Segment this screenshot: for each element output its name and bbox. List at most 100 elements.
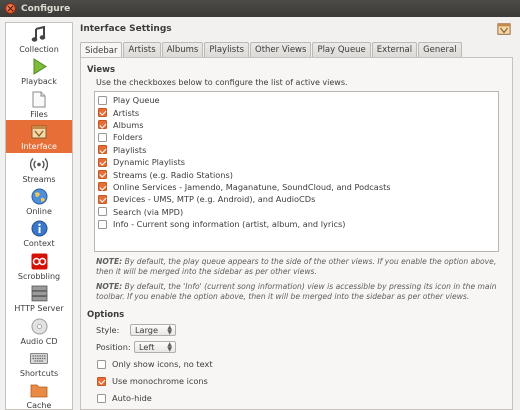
view-checkbox[interactable]	[98, 120, 107, 130]
monochrome-label: Use monochrome icons	[112, 376, 208, 386]
list-item[interactable]: Albums	[95, 119, 498, 131]
view-label: Folders	[113, 132, 143, 143]
view-checkbox[interactable]	[98, 207, 107, 217]
interface-icon	[497, 22, 511, 36]
server-icon	[29, 285, 49, 302]
tab-external[interactable]: External	[371, 42, 418, 57]
configure-window: Configure Collection Playback Files Inte…	[0, 0, 520, 410]
autohide-option[interactable]: Auto-hide	[97, 393, 152, 403]
view-checkbox[interactable]	[98, 194, 107, 204]
list-item[interactable]: Playlists	[95, 144, 498, 156]
monochrome-option[interactable]: Use monochrome icons	[97, 376, 208, 386]
tab-playlists[interactable]: Playlists	[204, 42, 249, 57]
style-row: Style: Large ▲ ▼	[96, 324, 176, 336]
sidebar-item-context[interactable]: Context	[6, 217, 72, 249]
list-item[interactable]: Online Services - Jamendo, Maganatune, S…	[95, 181, 498, 193]
style-label: Style:	[96, 325, 120, 335]
sidebar-item-playback[interactable]: Playback	[6, 55, 72, 87]
list-item[interactable]: Folders	[95, 131, 498, 143]
view-checkbox[interactable]	[98, 95, 107, 105]
sidebar-tab-panel: Views Use the checkboxes below to config…	[80, 57, 513, 410]
sidebar-item-label: Playback	[21, 77, 57, 87]
view-label: Playlists	[113, 144, 147, 155]
sidebar-item-audio-cd[interactable]: Audio CD	[6, 315, 72, 347]
view-checkbox[interactable]	[98, 145, 107, 155]
sidebar-item-shortcuts[interactable]: Shortcuts	[6, 347, 72, 379]
page-title: Interface Settings	[80, 24, 172, 34]
music-note-icon	[29, 26, 49, 43]
sidebar-item-label: Scrobbling	[17, 271, 61, 281]
view-checkbox[interactable]	[98, 170, 107, 180]
list-item[interactable]: Play Queue	[95, 94, 498, 106]
note-text: By default, the play queue appears to th…	[96, 257, 497, 276]
view-checkbox[interactable]	[98, 108, 107, 118]
settings-tabs: Sidebar Artists Albums Playlists Other V…	[80, 42, 463, 58]
cd-icon	[29, 318, 49, 335]
tab-other-views[interactable]: Other Views	[250, 42, 312, 57]
sidebar-item-label: Interface	[21, 142, 57, 152]
position-row: Position: Left ▲ ▼	[96, 341, 176, 353]
sidebar-item-http-server[interactable]: HTTP Server	[6, 282, 72, 314]
view-checkbox[interactable]	[98, 219, 107, 229]
sidebar-item-cache[interactable]: Cache	[6, 379, 72, 409]
info-view-note: NOTE: By default, the 'Info' (current so…	[96, 282, 506, 302]
view-checkbox[interactable]	[98, 132, 107, 142]
sidebar-item-label: HTTP Server	[14, 304, 64, 314]
view-label: Dynamic Playlists	[113, 157, 186, 168]
style-select[interactable]: Large ▲ ▼	[130, 324, 176, 336]
window-title: Configure	[21, 3, 71, 14]
view-label: Streams (e.g. Radio Stations)	[113, 169, 233, 180]
views-hint: Use the checkboxes below to configure th…	[96, 78, 348, 87]
spin-arrows-icon: ▲ ▼	[167, 341, 172, 353]
list-item[interactable]: Streams (e.g. Radio Stations)	[95, 168, 498, 180]
tab-general[interactable]: General	[418, 42, 462, 57]
sidebar-item-label: Context	[23, 239, 55, 249]
style-value: Large	[135, 325, 159, 335]
only-icons-option[interactable]: Only show icons, no text	[97, 359, 213, 369]
list-item[interactable]: Devices - UMS, MTP (e.g. Android), and A…	[95, 193, 498, 205]
tab-play-queue[interactable]: Play Queue	[312, 42, 371, 57]
globe-icon	[29, 188, 49, 205]
views-list: Play Queue Artists Albums Folders Playli…	[94, 91, 499, 252]
options-heading: Options	[87, 310, 125, 320]
list-item[interactable]: Search (via MPD)	[95, 206, 498, 218]
view-label: Artists	[113, 107, 140, 118]
category-sidebar: Collection Playback Files Interface Stre…	[5, 22, 73, 410]
sidebar-item-label: Streams	[22, 174, 56, 184]
interface-icon	[29, 123, 49, 140]
only-icons-checkbox[interactable]	[97, 359, 106, 369]
list-item[interactable]: Info - Current song information (artist,…	[95, 218, 498, 230]
autohide-checkbox[interactable]	[97, 393, 106, 403]
only-icons-label: Only show icons, no text	[112, 359, 213, 369]
position-label: Position:	[96, 342, 131, 352]
play-icon	[29, 58, 49, 76]
sidebar-item-label: Collection	[19, 45, 59, 54]
sidebar-item-label: Shortcuts	[19, 368, 59, 378]
tab-albums[interactable]: Albums	[161, 42, 204, 57]
sidebar-item-online[interactable]: Online	[6, 185, 72, 217]
view-label: Play Queue	[113, 95, 160, 106]
note-prefix: NOTE:	[96, 282, 123, 291]
list-item[interactable]: Artists	[95, 106, 498, 118]
view-label: Albums	[113, 119, 144, 130]
sidebar-item-interface[interactable]: Interface	[6, 120, 72, 153]
sidebar-item-scrobbling[interactable]: Scrobbling	[6, 250, 72, 282]
sidebar-item-streams[interactable]: Streams	[6, 153, 72, 185]
tab-sidebar[interactable]: Sidebar	[80, 42, 123, 58]
sidebar-item-label: Online	[26, 206, 52, 216]
view-checkbox[interactable]	[98, 157, 107, 167]
close-window-button[interactable]	[5, 3, 16, 14]
tab-artists[interactable]: Artists	[123, 42, 161, 57]
view-checkbox[interactable]	[98, 182, 107, 192]
monochrome-checkbox[interactable]	[97, 376, 106, 386]
position-value: Left	[139, 342, 155, 352]
sidebar-item-files[interactable]: Files	[6, 88, 72, 120]
settings-page: Interface Settings Sidebar Artists Album…	[80, 22, 515, 410]
sidebar-item-collection[interactable]: Collection	[6, 23, 72, 55]
note-prefix: NOTE:	[96, 257, 123, 266]
view-label: Search (via MPD)	[113, 206, 184, 217]
position-select[interactable]: Left ▲ ▼	[134, 341, 176, 353]
view-label: Info - Current song information (artist,…	[113, 219, 346, 230]
list-item[interactable]: Dynamic Playlists	[95, 156, 498, 168]
info-icon	[29, 220, 49, 237]
